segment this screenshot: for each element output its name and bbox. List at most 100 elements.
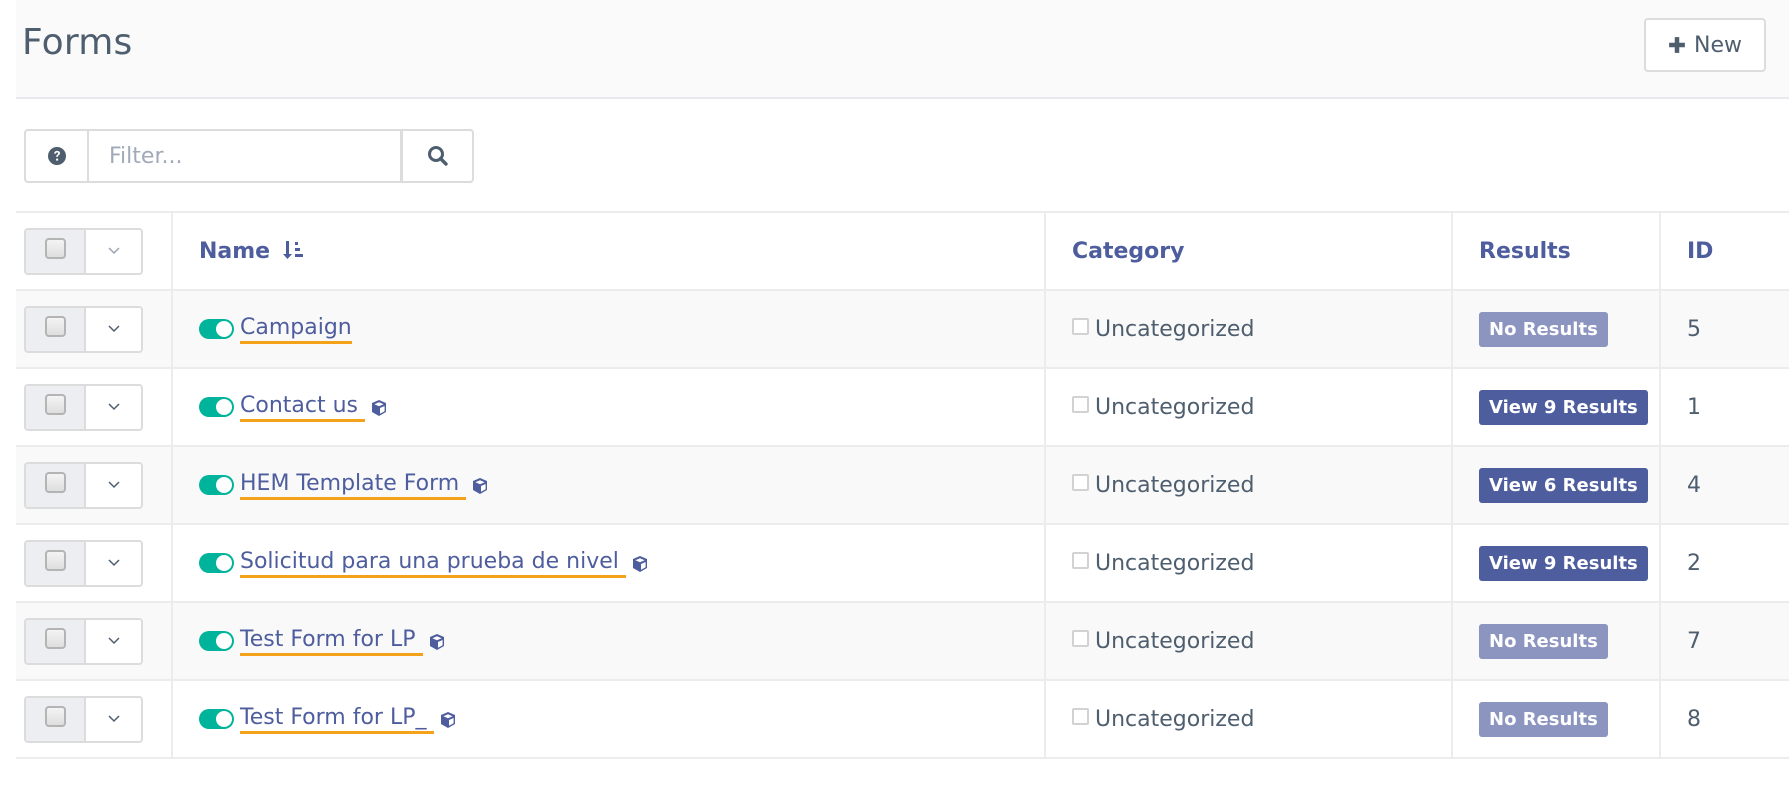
category-cell: Uncategorized: [1044, 445, 1452, 525]
category-cell: Uncategorized: [1044, 679, 1452, 759]
bulk-actions-dropdown[interactable]: [86, 229, 141, 273]
table-row: Test Form for LP Uncategorized No Result…: [16, 601, 1789, 681]
form-name-link[interactable]: Test Form for LP_: [240, 705, 434, 734]
row-checkbox[interactable]: [26, 385, 86, 429]
row-select-group: [24, 539, 143, 587]
id-cell: 5: [1659, 289, 1789, 369]
row-select-group: [24, 617, 143, 665]
new-button-label: New: [1694, 32, 1742, 58]
column-header-results[interactable]: Results: [1451, 211, 1660, 291]
publish-toggle[interactable]: [199, 631, 234, 651]
category-color-icon: [1072, 317, 1089, 335]
results-badge[interactable]: No Results: [1479, 623, 1608, 659]
name-cell: HEM Template Form: [171, 445, 1045, 525]
name-cell: Campaign: [171, 289, 1045, 369]
results-badge[interactable]: View 9 Results: [1479, 389, 1648, 425]
page-title: Forms: [22, 22, 133, 63]
filter-input[interactable]: [89, 129, 400, 183]
results-cell: No Results: [1451, 289, 1660, 369]
row-actions-dropdown[interactable]: [86, 697, 141, 741]
filter-help-button[interactable]: [24, 129, 89, 183]
publish-toggle[interactable]: [199, 397, 234, 417]
select-all-checkbox[interactable]: [26, 229, 86, 273]
category-cell: Uncategorized: [1044, 367, 1452, 447]
plus-icon: [1669, 37, 1685, 53]
row-select-cell: [16, 523, 172, 603]
table-row: Solicitud para una prueba de nivel Uncat…: [16, 523, 1789, 603]
category-color-icon: [1072, 629, 1089, 647]
publish-toggle[interactable]: [199, 319, 234, 339]
column-header-id[interactable]: ID: [1659, 211, 1789, 291]
results-badge[interactable]: View 6 Results: [1479, 467, 1648, 503]
category-color-icon: [1072, 395, 1089, 413]
select-all-cell: [16, 211, 172, 291]
row-select-cell: [16, 601, 172, 681]
row-actions-dropdown[interactable]: [86, 385, 141, 429]
column-name-label: Name: [199, 238, 271, 264]
name-cell: Test Form for LP_: [171, 679, 1045, 759]
row-checkbox[interactable]: [26, 541, 86, 585]
page-header: Forms New: [16, 0, 1789, 99]
row-actions-dropdown[interactable]: [86, 619, 141, 663]
row-select-group: [24, 695, 143, 743]
form-name-link[interactable]: Test Form for LP: [240, 627, 423, 656]
table-header-row: Name Category Results ID: [16, 211, 1789, 291]
results-cell: View 9 Results: [1451, 367, 1660, 447]
table-row: HEM Template Form Uncategorized View 6 R…: [16, 445, 1789, 525]
publish-toggle[interactable]: [199, 709, 234, 729]
cube-icon: [632, 556, 647, 572]
cube-icon: [372, 400, 386, 416]
id-cell: 1: [1659, 367, 1789, 447]
form-name-link[interactable]: Campaign: [240, 315, 352, 344]
category-color-icon: [1072, 473, 1089, 491]
category-label: Uncategorized: [1095, 316, 1255, 342]
form-name-link[interactable]: HEM Template Form: [240, 471, 467, 500]
form-name-link[interactable]: Contact us: [240, 393, 365, 422]
row-checkbox[interactable]: [26, 697, 86, 741]
row-select-cell: [16, 367, 172, 447]
chevron-down-icon: [107, 481, 120, 489]
name-cell: Contact us: [171, 367, 1045, 447]
results-cell: View 9 Results: [1451, 523, 1660, 603]
category-label: Uncategorized: [1095, 706, 1255, 732]
category-label: Uncategorized: [1095, 628, 1255, 654]
publish-toggle[interactable]: [199, 553, 234, 573]
results-badge[interactable]: No Results: [1479, 701, 1608, 737]
id-cell: 2: [1659, 523, 1789, 603]
results-badge[interactable]: No Results: [1479, 311, 1608, 347]
row-checkbox[interactable]: [26, 619, 86, 663]
filter-search-button[interactable]: [400, 129, 474, 183]
forms-table: Name Category Results ID Campaign Uncate…: [16, 211, 1789, 759]
category-color-icon: [1072, 551, 1089, 569]
sort-amount-asc-icon: [282, 240, 303, 259]
row-select-group: [24, 461, 143, 509]
id-cell: 8: [1659, 679, 1789, 759]
chevron-down-icon: [107, 559, 120, 567]
row-checkbox[interactable]: [26, 463, 86, 507]
row-checkbox[interactable]: [26, 307, 86, 351]
results-cell: No Results: [1451, 679, 1660, 759]
results-badge[interactable]: View 9 Results: [1479, 545, 1648, 581]
row-actions-dropdown[interactable]: [86, 463, 141, 507]
question-circle-icon: [47, 147, 66, 165]
row-select-cell: [16, 679, 172, 759]
results-cell: No Results: [1451, 601, 1660, 681]
cube-icon: [473, 478, 488, 494]
chevron-down-icon: [107, 715, 120, 723]
results-cell: View 6 Results: [1451, 445, 1660, 525]
cube-icon: [429, 634, 444, 650]
chevron-down-icon: [107, 325, 120, 333]
form-name-link[interactable]: Solicitud para una prueba de nivel: [240, 549, 626, 578]
category-color-icon: [1072, 707, 1089, 725]
category-cell: Uncategorized: [1044, 601, 1452, 681]
publish-toggle[interactable]: [199, 475, 234, 495]
column-header-category[interactable]: Category: [1044, 211, 1452, 291]
table-row: Test Form for LP_ Uncategorized No Resul…: [16, 679, 1789, 759]
name-cell: Test Form for LP: [171, 601, 1045, 681]
new-form-button[interactable]: New: [1644, 18, 1766, 72]
name-cell: Solicitud para una prueba de nivel: [171, 523, 1045, 603]
row-actions-dropdown[interactable]: [86, 307, 141, 351]
filter-group: [24, 129, 474, 183]
column-header-name[interactable]: Name: [171, 211, 1045, 291]
row-actions-dropdown[interactable]: [86, 541, 141, 585]
